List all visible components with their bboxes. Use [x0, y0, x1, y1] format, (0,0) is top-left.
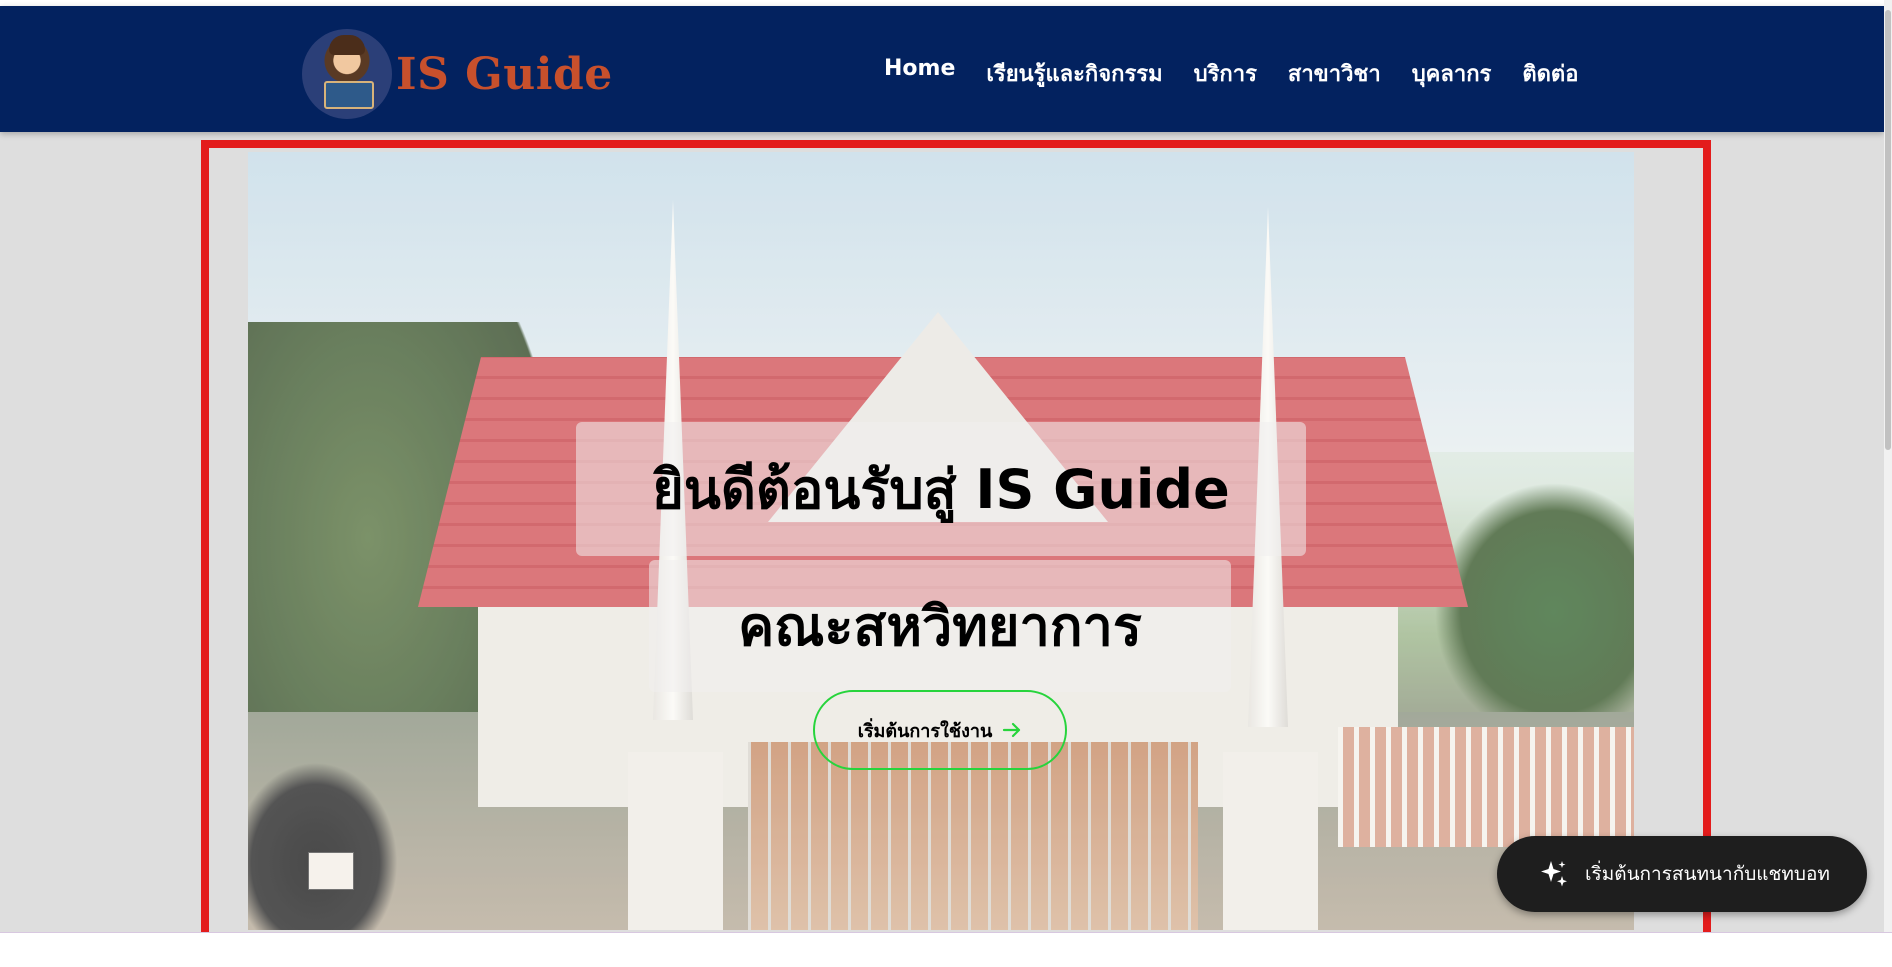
hero-subtitle-card: คณะสหวิทยาการ — [649, 560, 1231, 692]
nav-link-personnel[interactable]: บุคลากร — [1412, 56, 1492, 91]
chatbot-button-label: เริ่มต้นการสนทนากับแชทบอท — [1585, 863, 1830, 885]
bottom-strip — [0, 932, 1892, 967]
hero-banner: ยินดีต้อนรับสู่ IS Guide คณะสหวิทยาการ เ… — [248, 152, 1634, 930]
sparkle-icon — [1541, 861, 1567, 887]
start-button-label: เริ่มต้นการใช้งาน — [857, 720, 993, 742]
hero-title-card: ยินดีต้อนรับสู่ IS Guide — [576, 422, 1306, 556]
nav-link-learning-activities[interactable]: เรียนรู้และกิจกรรม — [986, 56, 1162, 91]
navbar: IS Guide Home เรียนรู้และกิจกรรม บริการ … — [0, 6, 1884, 132]
logo-avatar-icon — [302, 29, 392, 119]
nav-link-home[interactable]: Home — [884, 56, 955, 91]
main-nav: Home เรียนรู้และกิจกรรม บริการ สาขาวิชา … — [884, 56, 1578, 91]
hero-title: ยินดีต้อนรับสู่ IS Guide — [652, 458, 1230, 521]
logo-text: IS Guide — [396, 48, 613, 100]
site-logo[interactable]: IS Guide — [302, 26, 613, 122]
start-button[interactable]: เริ่มต้นการใช้งาน — [813, 690, 1067, 770]
page: IS Guide Home เรียนรู้และกิจกรรม บริการ … — [0, 0, 1892, 967]
hero-subtitle: คณะสหวิทยาการ — [738, 595, 1142, 658]
nav-link-departments[interactable]: สาขาวิชา — [1288, 56, 1381, 91]
arrow-right-icon — [1003, 722, 1021, 738]
nav-link-services[interactable]: บริการ — [1194, 56, 1257, 91]
nav-link-contact[interactable]: ติดต่อ — [1522, 56, 1578, 91]
scrollbar-thumb[interactable] — [1885, 10, 1891, 450]
page-scrollbar[interactable] — [1884, 0, 1892, 932]
chatbot-button[interactable]: เริ่มต้นการสนทนากับแชทบอท — [1497, 836, 1867, 912]
